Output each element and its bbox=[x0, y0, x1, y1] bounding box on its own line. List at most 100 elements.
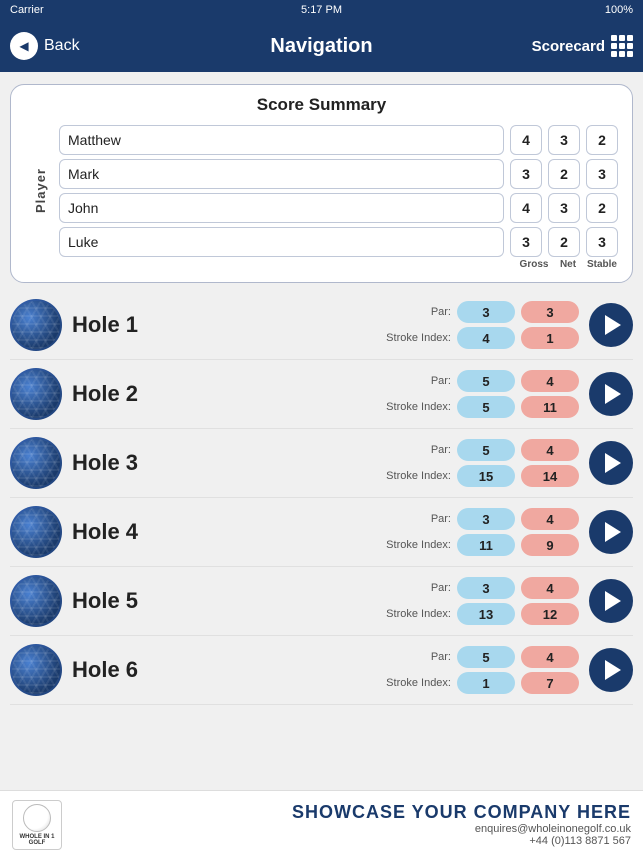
score-rows: 4 3 2 3 2 3 4 3 2 3 2 bbox=[59, 125, 618, 257]
scorecard-label: Scorecard bbox=[532, 38, 605, 55]
si-score-value: 12 bbox=[521, 603, 579, 625]
stable-header: Stable bbox=[586, 259, 618, 270]
table-row: 4 3 2 bbox=[59, 125, 618, 155]
par-score-value: 4 bbox=[521, 439, 579, 461]
si-label: Stroke Index: bbox=[383, 401, 451, 413]
par-score-value: 3 bbox=[521, 301, 579, 323]
hole-ball-icon bbox=[10, 437, 62, 489]
play-icon bbox=[605, 522, 621, 542]
net-header: Net bbox=[552, 259, 584, 270]
play-button[interactable] bbox=[589, 579, 633, 623]
par-value: 3 bbox=[457, 301, 515, 323]
si-row: Stroke Index: 13 12 bbox=[383, 603, 579, 625]
carrier-label: Carrier bbox=[10, 4, 44, 16]
back-button[interactable]: Back bbox=[10, 32, 80, 60]
hole-info: Hole 4 bbox=[72, 519, 138, 545]
status-bar: Carrier 5:17 PM 100% bbox=[0, 0, 643, 20]
play-icon bbox=[605, 660, 621, 680]
hole-info: Hole 3 bbox=[72, 450, 138, 476]
si-score-value: 14 bbox=[521, 465, 579, 487]
par-value: 5 bbox=[457, 439, 515, 461]
grid-icon bbox=[611, 35, 633, 57]
player-name-input[interactable] bbox=[59, 227, 504, 257]
par-value: 3 bbox=[457, 508, 515, 530]
net-score: 3 bbox=[548, 125, 580, 155]
hole-title: Hole 2 bbox=[72, 381, 138, 407]
back-chevron-icon bbox=[10, 32, 38, 60]
hole-info: Hole 5 bbox=[72, 588, 138, 614]
holes-list: Hole 1 Par: 3 3 Stroke Index: 4 1 Hole 2 bbox=[0, 291, 643, 705]
par-score-value: 4 bbox=[521, 370, 579, 392]
par-row: Par: 3 4 bbox=[383, 577, 579, 599]
nav-bar: Back Navigation Scorecard bbox=[0, 20, 643, 72]
gross-header: Gross bbox=[518, 259, 550, 270]
footer-banner: WHOLE IN 1 GOLF SHOWCASE YOUR COMPANY HE… bbox=[0, 790, 643, 858]
par-row: Par: 5 4 bbox=[383, 370, 579, 392]
list-item: Hole 5 Par: 3 4 Stroke Index: 13 12 bbox=[10, 567, 633, 636]
par-score-value: 4 bbox=[521, 646, 579, 668]
par-value: 3 bbox=[457, 577, 515, 599]
si-score-value: 9 bbox=[521, 534, 579, 556]
play-icon bbox=[605, 384, 621, 404]
footer-content: SHOWCASE YOUR COMPANY HERE enquires@whol… bbox=[72, 802, 631, 847]
par-label: Par: bbox=[383, 513, 451, 525]
play-button[interactable] bbox=[589, 372, 633, 416]
par-value: 5 bbox=[457, 646, 515, 668]
scorecard-button[interactable]: Scorecard bbox=[532, 35, 633, 57]
si-value: 5 bbox=[457, 396, 515, 418]
hole-ball-icon bbox=[10, 644, 62, 696]
score-summary-title: Score Summary bbox=[25, 95, 618, 115]
player-label-column: Player bbox=[25, 125, 55, 257]
par-row: Par: 3 4 bbox=[383, 508, 579, 530]
hole-title: Hole 4 bbox=[72, 519, 138, 545]
list-item: Hole 3 Par: 5 4 Stroke Index: 15 14 bbox=[10, 429, 633, 498]
par-row: Par: 5 4 bbox=[383, 439, 579, 461]
hole-info: Hole 6 bbox=[72, 657, 138, 683]
si-label: Stroke Index: bbox=[383, 608, 451, 620]
si-row: Stroke Index: 11 9 bbox=[383, 534, 579, 556]
si-row: Stroke Index: 15 14 bbox=[383, 465, 579, 487]
play-button[interactable] bbox=[589, 648, 633, 692]
si-row: Stroke Index: 1 7 bbox=[383, 672, 579, 694]
net-score: 3 bbox=[548, 193, 580, 223]
par-score-value: 4 bbox=[521, 508, 579, 530]
par-label: Par: bbox=[383, 582, 451, 594]
play-button[interactable] bbox=[589, 510, 633, 554]
player-name-input[interactable] bbox=[59, 125, 504, 155]
time-label: 5:17 PM bbox=[301, 4, 342, 16]
gross-score: 4 bbox=[510, 193, 542, 223]
hole-title: Hole 1 bbox=[72, 312, 138, 338]
footer-logo: WHOLE IN 1 GOLF bbox=[12, 800, 62, 850]
stable-score: 2 bbox=[586, 193, 618, 223]
net-score: 2 bbox=[548, 159, 580, 189]
table-row: 3 2 3 bbox=[59, 159, 618, 189]
net-score: 2 bbox=[548, 227, 580, 257]
play-button[interactable] bbox=[589, 303, 633, 347]
footer-logo-text: WHOLE IN 1 GOLF bbox=[13, 834, 61, 846]
list-item: Hole 2 Par: 5 4 Stroke Index: 5 11 bbox=[10, 360, 633, 429]
score-summary-card: Score Summary Player 4 3 2 3 2 3 4 bbox=[10, 84, 633, 283]
hole-details: Par: 5 4 Stroke Index: 15 14 bbox=[148, 439, 579, 487]
si-label: Stroke Index: bbox=[383, 539, 451, 551]
player-name-input[interactable] bbox=[59, 159, 504, 189]
par-label: Par: bbox=[383, 306, 451, 318]
play-icon bbox=[605, 315, 621, 335]
stable-score: 3 bbox=[586, 159, 618, 189]
hole-ball-icon bbox=[10, 299, 62, 351]
gross-score: 4 bbox=[510, 125, 542, 155]
si-value: 13 bbox=[457, 603, 515, 625]
si-value: 1 bbox=[457, 672, 515, 694]
list-item: Hole 4 Par: 3 4 Stroke Index: 11 9 bbox=[10, 498, 633, 567]
si-row: Stroke Index: 5 11 bbox=[383, 396, 579, 418]
gross-score: 3 bbox=[510, 227, 542, 257]
hole-title: Hole 3 bbox=[72, 450, 138, 476]
play-button[interactable] bbox=[589, 441, 633, 485]
footer-ball-icon bbox=[23, 804, 51, 832]
par-score-value: 4 bbox=[521, 577, 579, 599]
hole-details: Par: 5 4 Stroke Index: 5 11 bbox=[148, 370, 579, 418]
par-row: Par: 3 3 bbox=[383, 301, 579, 323]
player-column-label: Player bbox=[33, 168, 48, 213]
player-name-input[interactable] bbox=[59, 193, 504, 223]
stable-score: 3 bbox=[586, 227, 618, 257]
si-row: Stroke Index: 4 1 bbox=[383, 327, 579, 349]
